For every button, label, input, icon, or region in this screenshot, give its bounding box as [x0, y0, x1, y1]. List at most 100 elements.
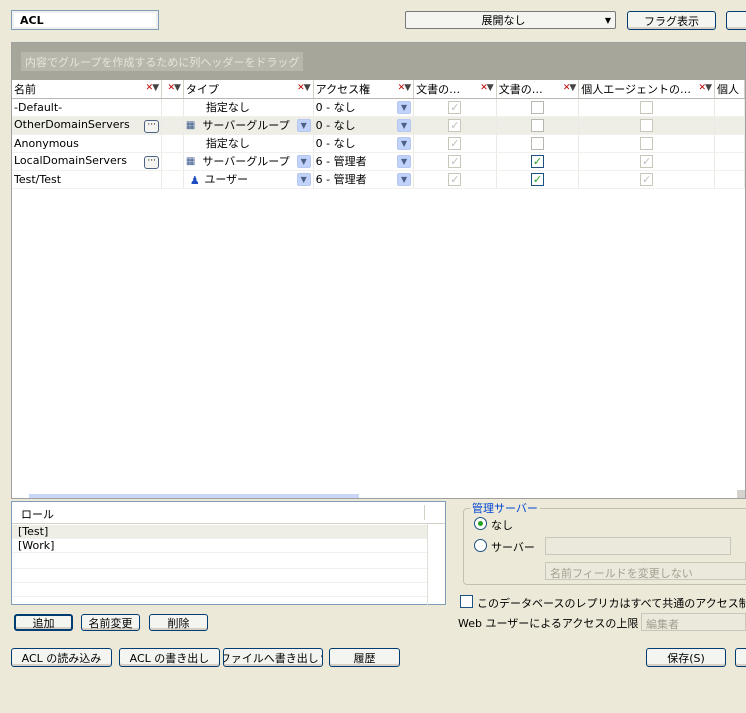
table-row[interactable]: LocalDomainServers ··· ▦ サーバーグループ ▼ 6 - 管理… — [12, 152, 745, 171]
bottom-extra-button[interactable] — [735, 648, 746, 667]
column-header-doc1[interactable]: 文書の… ✕▼ — [413, 80, 497, 99]
expand-dropdown[interactable]: 展開なし ▼ — [405, 11, 616, 29]
row-type: 指定なし — [205, 101, 250, 114]
doc2-checkbox[interactable] — [530, 118, 544, 132]
roles-list: ロール [Test] [Work] — [11, 501, 446, 606]
table-row[interactable]: Test/Test ♟ ユーザー ▼ 6 - 管理者 ▼ ✓ ✓ ✓ — [12, 170, 745, 189]
server-name-field[interactable] — [545, 537, 731, 555]
doc2-checkbox[interactable]: ✓ — [530, 172, 544, 186]
access-dropdown-icon[interactable]: ▼ — [397, 119, 412, 132]
doc1-checkbox[interactable]: ✓ — [448, 118, 462, 132]
role-item[interactable]: [Test] — [12, 525, 427, 539]
access-dropdown-icon[interactable]: ▼ — [397, 155, 412, 168]
column-header-type[interactable]: タイプ ✕▼ — [183, 80, 314, 99]
column-header-name-label: 名前 — [14, 82, 36, 96]
doc1-checkbox[interactable]: ✓ — [448, 172, 462, 186]
column-header-type-label: タイプ — [185, 82, 219, 96]
agent-checkbox[interactable]: ✓ — [640, 154, 654, 168]
table-row[interactable]: -Default- 指定なし 0 - なし ▼ ✓ — [12, 98, 745, 117]
read-acl-button[interactable]: ACL の読み込み — [11, 648, 112, 667]
acl-title: ACL — [11, 10, 159, 30]
agent-checkbox[interactable] — [640, 136, 654, 150]
replica-acl-checkbox[interactable] — [460, 595, 473, 608]
column-header-name[interactable]: 名前 ✕▼ — [12, 80, 163, 99]
flag-display-button[interactable]: フラグ表示 — [627, 11, 716, 30]
filter-icon[interactable]: ✕▼ — [699, 83, 712, 93]
table-row[interactable]: Anonymous 指定なし 0 - なし ▼ ✓ — [12, 134, 745, 153]
group-by-hint: 内容でグループを作成するために列ヘッダーをドラッグ — [21, 52, 304, 71]
role-item[interactable]: [Work] — [12, 539, 427, 553]
filter-icon[interactable]: ✕▼ — [480, 83, 493, 93]
web-access-select[interactable]: 編集者 — [641, 613, 746, 631]
write-acl-button[interactable]: ACL の書き出し — [119, 648, 220, 667]
list-divider — [12, 596, 427, 597]
row-name: LocalDomainServers — [14, 153, 127, 167]
acl-grid: 内容でグループを作成するために列ヘッダーをドラッグ 名前 ✕▼ ✕▼ タイプ ✕▼ … — [11, 42, 746, 499]
history-button[interactable]: 履歴 — [329, 648, 400, 667]
access-dropdown-icon[interactable]: ▼ — [397, 137, 412, 150]
roles-column-divider — [427, 524, 428, 606]
filter-icon[interactable]: ✕▼ — [297, 83, 310, 93]
row-access: 0 - なし — [315, 137, 356, 150]
table-row[interactable]: OtherDomainServers ··· ▦ サーバーグループ ▼ 0 - なし… — [12, 116, 745, 135]
doc2-checkbox[interactable]: ✓ — [530, 154, 544, 168]
list-divider — [12, 582, 427, 583]
server-group-icon: ▦ — [185, 120, 196, 131]
user-icon: ♟ — [189, 173, 200, 187]
name-field-option-select[interactable]: 名前フィールドを変更しない — [545, 562, 746, 580]
save-button[interactable]: 保存(S) — [646, 648, 726, 667]
radio-none[interactable] — [474, 517, 487, 530]
role-item-label: [Work] — [18, 539, 55, 552]
group-by-bar[interactable]: 内容でグループを作成するために列ヘッダーをドラッグ — [12, 43, 745, 80]
rename-button[interactable]: 名前変更 — [81, 614, 140, 631]
agent-checkbox[interactable] — [640, 100, 654, 114]
scroll-corner — [737, 490, 745, 498]
filter-icon[interactable]: ✕▼ — [167, 83, 180, 93]
export-file-button[interactable]: ファイルへ書き出し ▼ — [223, 648, 323, 667]
admin-server-legend: 管理サーバー — [470, 500, 540, 516]
acl-table: 名前 ✕▼ ✕▼ タイプ ✕▼ アクセス権 ✕▼ 文書の… ✕▼ 文書の… ✕▼ 個人エー… — [12, 80, 745, 189]
access-dropdown-icon[interactable]: ▼ — [397, 101, 412, 114]
filter-icon[interactable]: ✕▼ — [146, 83, 159, 93]
doc2-checkbox[interactable] — [530, 100, 544, 114]
type-dropdown-icon[interactable]: ▼ — [296, 119, 311, 132]
row-name: Test/Test — [14, 172, 62, 186]
type-dropdown-icon[interactable]: ▼ — [296, 173, 311, 186]
doc1-checkbox[interactable]: ✓ — [448, 100, 462, 114]
web-access-label: Web ユーザーによるアクセスの上限 — [458, 617, 639, 630]
ellipsis-button[interactable]: ··· — [144, 155, 160, 169]
row-name: Anonymous — [14, 136, 79, 150]
doc1-checkbox[interactable]: ✓ — [448, 136, 462, 150]
row-access: 0 - なし — [315, 119, 356, 132]
row-name: OtherDomainServers — [14, 117, 130, 131]
access-dropdown-icon[interactable]: ▼ — [397, 173, 412, 186]
doc2-checkbox[interactable] — [530, 136, 544, 150]
column-header-blank[interactable]: ✕▼ — [161, 80, 184, 99]
radio-server[interactable] — [474, 539, 487, 552]
replica-acl-label: このデータベースのレプリカはすべて共通のアクセス制御リス — [477, 597, 746, 610]
add-button[interactable]: 追加 — [14, 614, 73, 631]
row-type: ユーザー — [204, 173, 249, 186]
filter-icon[interactable]: ✕▼ — [398, 83, 411, 93]
export-file-label: ファイルへ書き出し — [223, 651, 319, 665]
filter-icon[interactable]: ✕▼ — [563, 83, 576, 93]
column-header-agent[interactable]: 個人エージェントの… ✕▼ — [578, 80, 716, 99]
delete-button[interactable]: 削除 — [149, 614, 208, 631]
radio-server-label: サーバー — [491, 541, 535, 554]
agent-checkbox[interactable] — [640, 118, 654, 132]
type-dropdown-icon[interactable]: ▼ — [296, 155, 311, 168]
row-type: サーバーグループ — [202, 155, 290, 168]
column-header-personal[interactable]: 個人 — [714, 80, 745, 99]
column-header-doc2[interactable]: 文書の… ✕▼ — [496, 80, 580, 99]
radio-none-label: なし — [491, 519, 513, 532]
row-access: 6 - 管理者 — [315, 173, 367, 186]
column-header-access[interactable]: アクセス権 ✕▼ — [313, 80, 415, 99]
doc1-checkbox[interactable]: ✓ — [448, 154, 462, 168]
agent-checkbox[interactable]: ✓ — [640, 172, 654, 186]
chevron-down-icon: ▼ — [604, 15, 612, 25]
horizontal-scrollbar[interactable] — [29, 494, 359, 498]
role-item-label: [Test] — [18, 525, 49, 538]
toolbar-extra-button[interactable] — [726, 11, 746, 30]
ellipsis-button[interactable]: ··· — [144, 119, 160, 133]
row-access: 6 - 管理者 — [315, 155, 367, 168]
